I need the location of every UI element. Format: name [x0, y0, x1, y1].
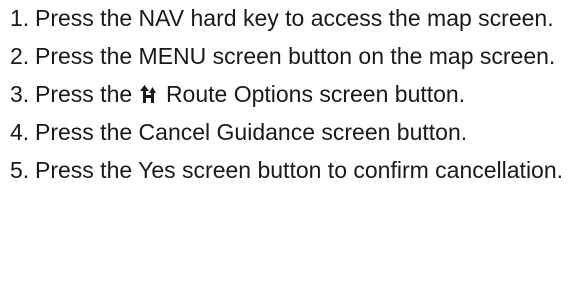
step-2: 2. Press the MENU screen button on the m…	[0, 43, 570, 69]
step-number: 1.	[10, 5, 30, 31]
step-number: 3.	[10, 81, 30, 107]
step-text: Press the Cancel Guidance screen button.	[35, 119, 468, 145]
step-3: 3. Press the Route Options screen button…	[0, 81, 570, 107]
step-number: 4.	[10, 119, 30, 145]
step-4: 4. Press the Cancel Guidance screen butt…	[0, 119, 570, 145]
step-text-pre: Press the	[35, 81, 133, 107]
step-text: Press the MENU screen button on the map …	[35, 43, 556, 69]
step-text: Press the NAV hard key to access the map…	[35, 5, 554, 31]
step-text: Press the Yes screen button to confirm c…	[35, 157, 564, 183]
route-options-icon	[139, 84, 157, 104]
step-1: 1. Press the NAV hard key to access the …	[0, 5, 570, 31]
instruction-list: 1. Press the NAV hard key to access the …	[0, 5, 580, 183]
step-text-post: Route Options screen button.	[165, 81, 466, 107]
step-number: 2.	[10, 43, 30, 69]
step-5: 5. Press the Yes screen button to confir…	[0, 157, 570, 183]
step-number: 5.	[10, 157, 30, 183]
